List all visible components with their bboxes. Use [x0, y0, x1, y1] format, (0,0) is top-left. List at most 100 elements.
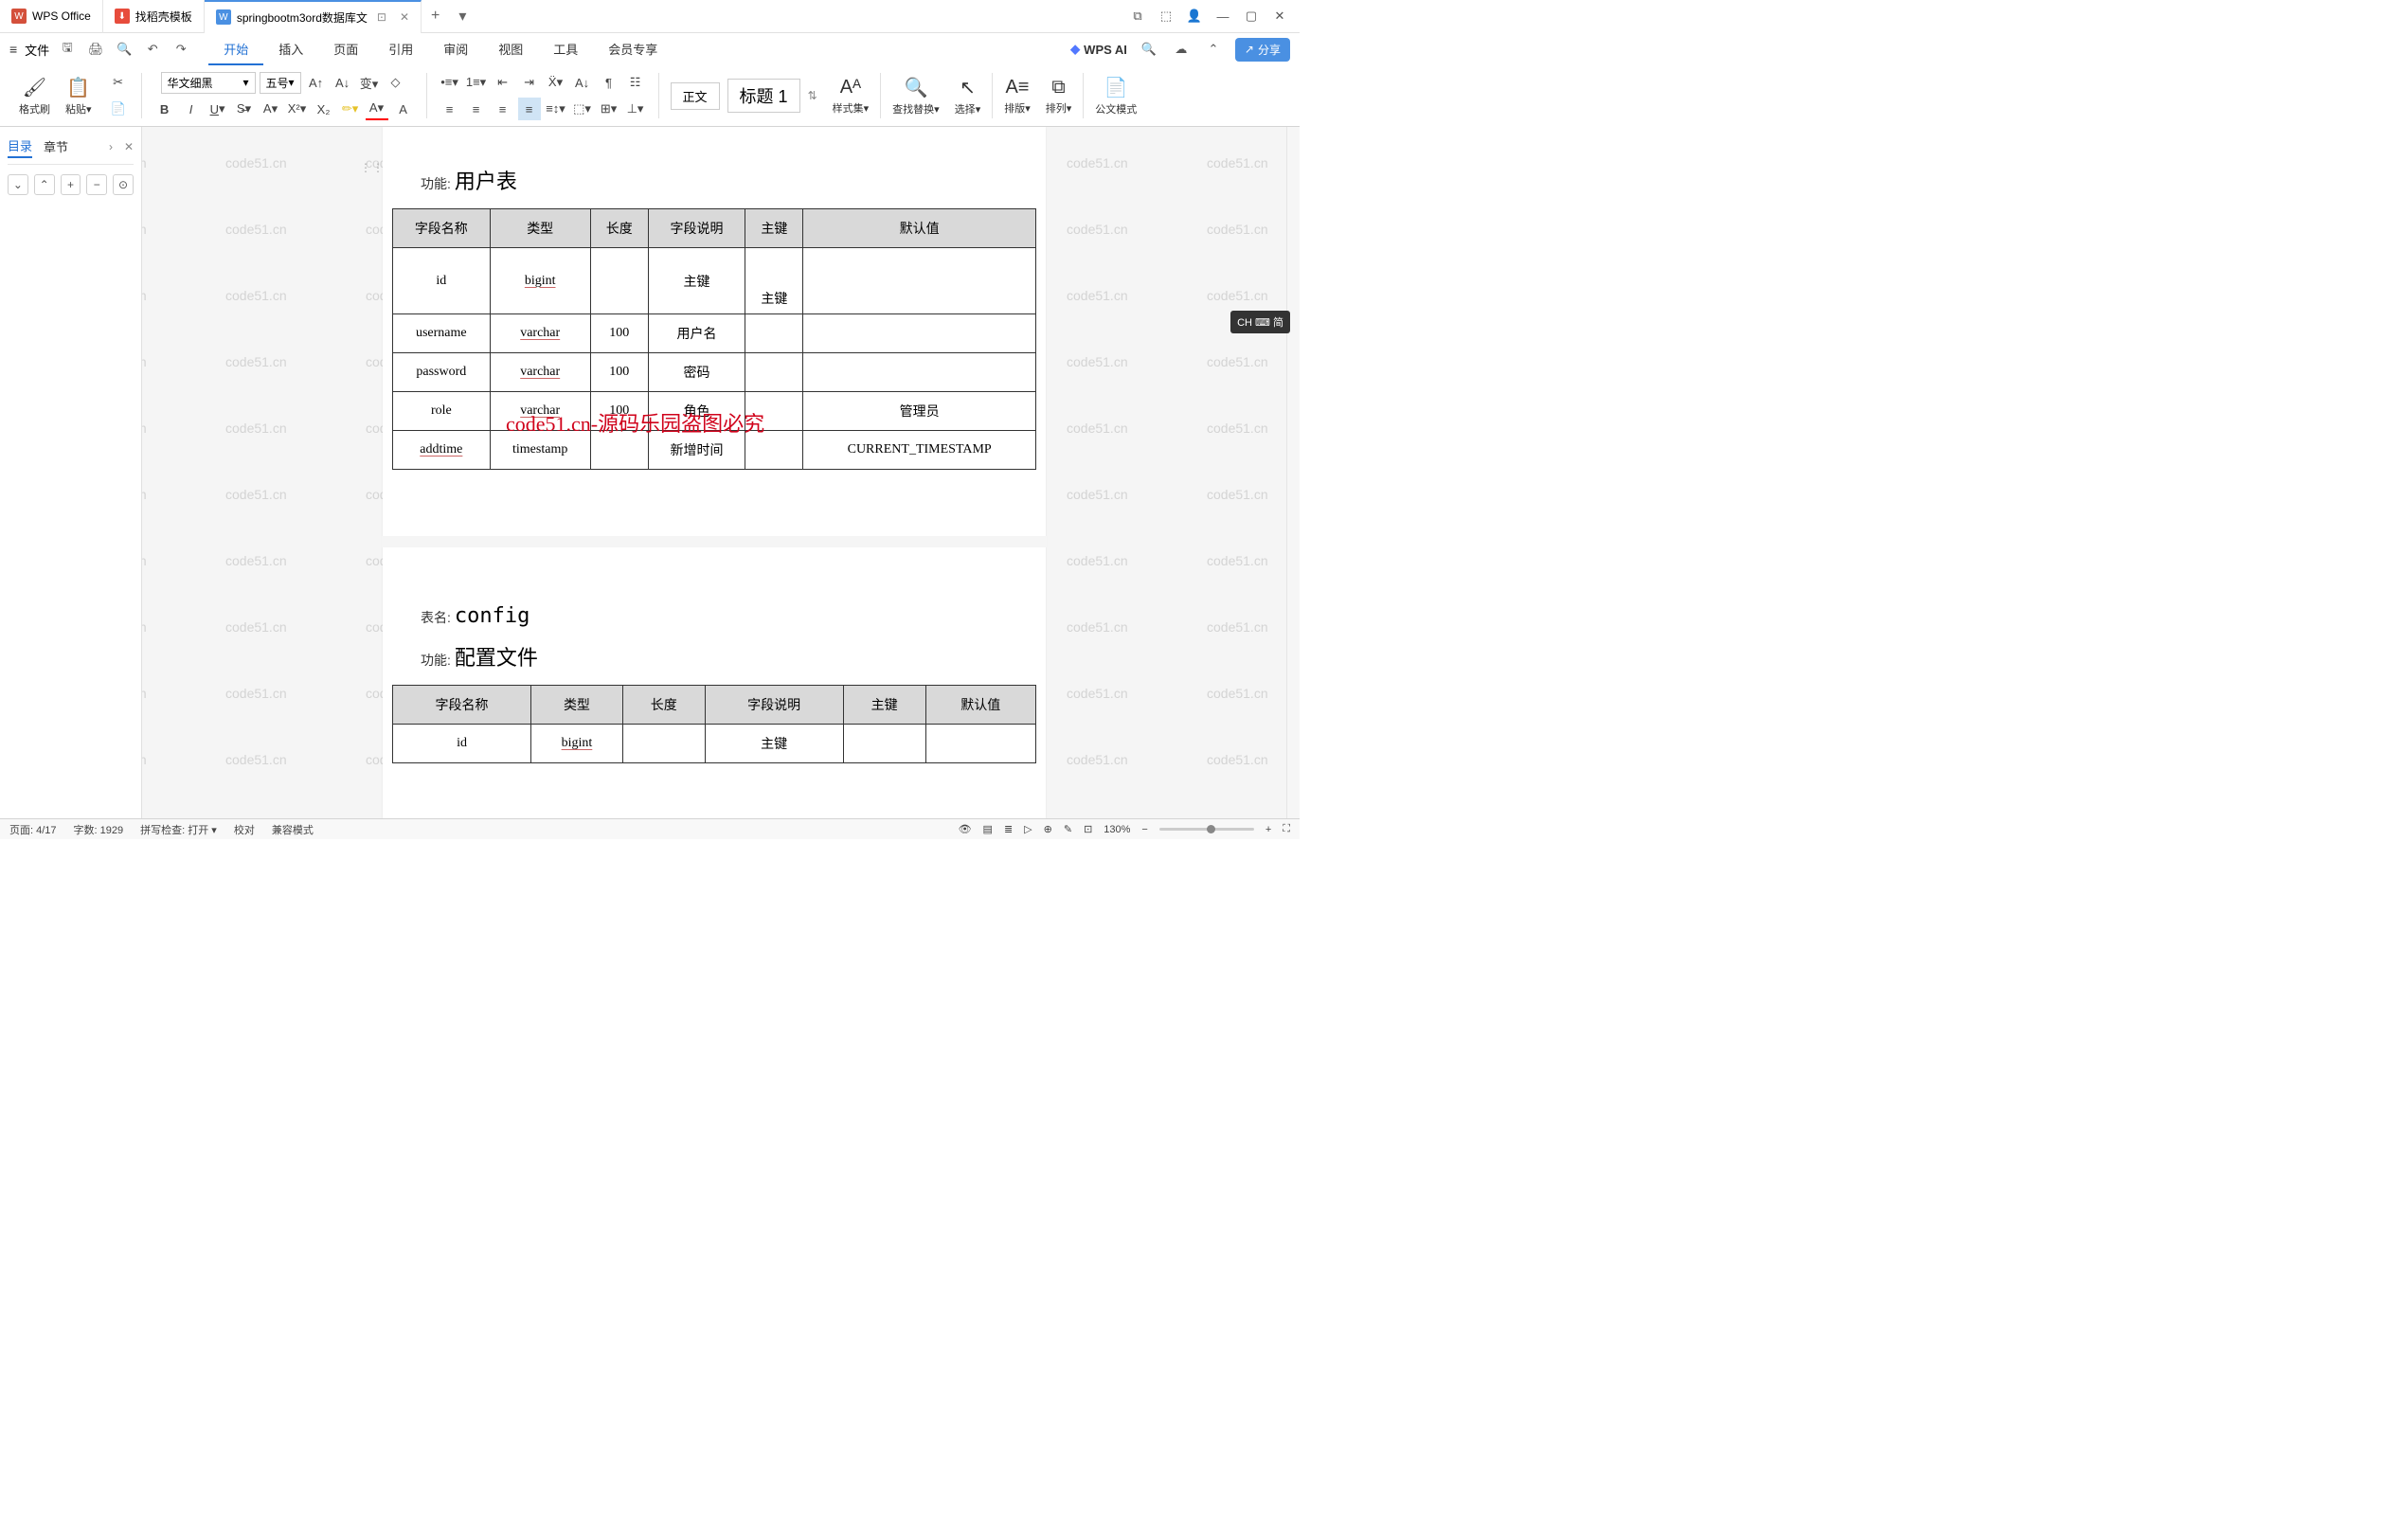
hamburger-icon[interactable]: ≡ — [9, 42, 17, 57]
page-view-icon[interactable]: ▤ — [983, 823, 993, 835]
layout-icon[interactable]: ⧉ — [1125, 4, 1150, 28]
fit-icon[interactable]: ⊡ — [1084, 823, 1092, 835]
shading-icon[interactable]: ⬚▾ — [571, 98, 594, 120]
align-center-icon[interactable]: ≡ — [465, 98, 488, 120]
edit-icon[interactable]: ✎ — [1064, 823, 1072, 835]
collapse-ribbon-icon[interactable]: ⌃ — [1203, 39, 1224, 60]
cut-icon[interactable]: ✂ — [107, 71, 130, 94]
wpsai-button[interactable]: ◆WPS AI — [1070, 42, 1127, 57]
fullscreen-icon[interactable]: ⛶ — [1283, 823, 1290, 835]
status-spell[interactable]: 拼写检查: 打开 ▾ — [140, 822, 217, 837]
status-proof[interactable]: 校对 — [234, 822, 255, 837]
indent-icon[interactable]: ⇥ — [518, 71, 541, 94]
preview-icon[interactable]: 🔍 — [114, 39, 135, 60]
align-right-icon[interactable]: ≡ — [492, 98, 514, 120]
italic-icon[interactable]: I — [180, 98, 203, 120]
status-page[interactable]: 页面: 4/17 — [9, 822, 57, 837]
numbering-icon[interactable]: 1≡▾ — [465, 71, 488, 94]
line-spacing-icon[interactable]: ≡↕▾ — [545, 98, 567, 120]
paragraph-marks-icon[interactable]: ¶ — [598, 71, 620, 94]
expand-all-icon[interactable]: ⌃ — [34, 174, 55, 195]
tabstop-icon[interactable]: ⊥▾ — [624, 98, 647, 120]
app-tab-daoke[interactable]: ⬇ 找稻壳模板 — [103, 0, 205, 33]
status-words[interactable]: 字数: 1929 — [74, 822, 124, 837]
app-tab-wps[interactable]: W WPS Office — [0, 0, 103, 33]
minimize-button[interactable]: — — [1211, 4, 1235, 28]
tab-start[interactable]: 开始 — [208, 34, 263, 65]
save-icon[interactable]: 🖫 — [57, 39, 78, 60]
cloud-upload-icon[interactable]: ☁ — [1171, 39, 1192, 60]
zoom-level[interactable]: 130% — [1104, 824, 1130, 835]
undo-icon[interactable]: ↶ — [142, 39, 163, 60]
clear-format-icon[interactable]: ◇ — [385, 71, 407, 94]
document-viewport[interactable]: code51.cncode51.cncode51.cncode51.cncode… — [142, 127, 1286, 818]
char-scale-icon[interactable]: Ẍ▾ — [545, 71, 567, 94]
shrink-font-icon[interactable]: A↓ — [332, 71, 354, 94]
char-shading-icon[interactable]: A — [392, 98, 415, 120]
highlight-icon[interactable]: ✏▾ — [339, 98, 362, 120]
bullets-icon[interactable]: •≡▾ — [439, 71, 461, 94]
font-select[interactable]: 华文细黑▾ — [161, 72, 256, 94]
share-button[interactable]: ↗ 分享 — [1235, 38, 1290, 62]
arrange-v-button[interactable]: A≡排版▾ — [1004, 77, 1031, 116]
font-size-select[interactable]: 五号▾ — [260, 72, 301, 94]
eye-icon[interactable]: 👁 — [959, 823, 972, 835]
ime-indicator[interactable]: CH ⌨ 简 — [1230, 311, 1290, 333]
close-icon[interactable]: ✕ — [400, 10, 409, 24]
toc-tab-chapters[interactable]: 章节 — [44, 135, 68, 157]
style-normal[interactable]: 正文 — [671, 82, 720, 110]
app-tab-document[interactable]: W springbootm3ord数据库文 ⊡ ✕ — [205, 0, 422, 33]
maximize-button[interactable]: ▢ — [1239, 4, 1264, 28]
web-view-icon[interactable]: ⊕ — [1044, 823, 1052, 835]
menu-file[interactable]: 文件 — [25, 41, 49, 59]
tab-review[interactable]: 审阅 — [428, 34, 483, 65]
style-heading1[interactable]: 标题 1 — [727, 79, 800, 113]
font-color-icon[interactable]: A▾ — [366, 98, 388, 120]
paste-button[interactable]: 📋粘贴▾ — [65, 76, 92, 116]
subscript-icon[interactable]: X²▾ — [286, 98, 309, 120]
add-icon[interactable]: + — [61, 174, 81, 195]
tab-reference[interactable]: 引用 — [373, 34, 428, 65]
outdent-icon[interactable]: ⇤ — [492, 71, 514, 94]
super2-icon[interactable]: X₂ — [313, 98, 335, 120]
tab-view[interactable]: 视图 — [483, 34, 538, 65]
superscript-icon[interactable]: A▾ — [260, 98, 282, 120]
chevron-right-icon[interactable]: › — [109, 140, 113, 153]
tab-page[interactable]: 页面 — [318, 34, 373, 65]
copy-icon[interactable]: 📄 — [107, 98, 130, 120]
bold-icon[interactable]: B — [153, 98, 176, 120]
align-justify-icon[interactable]: ≡ — [518, 98, 541, 120]
toc-tab-contents[interactable]: 目录 — [8, 134, 32, 158]
right-scrollbar[interactable] — [1286, 127, 1300, 818]
tab-insert[interactable]: 插入 — [263, 34, 318, 65]
zoom-slider[interactable] — [1159, 828, 1254, 831]
outline-view-icon[interactable]: ≣ — [1004, 823, 1013, 835]
close-icon[interactable]: ✕ — [124, 140, 134, 153]
select-button[interactable]: ↖选择▾ — [955, 76, 981, 116]
official-mode-button[interactable]: 📄公文模式 — [1095, 76, 1137, 116]
play-icon[interactable]: ▷ — [1024, 823, 1032, 835]
arrange-h-button[interactable]: ⧉排列▾ — [1046, 77, 1072, 116]
sort-icon[interactable]: A↓ — [571, 71, 594, 94]
close-button[interactable]: ✕ — [1267, 4, 1292, 28]
strike-icon[interactable]: S̶▾ — [233, 98, 256, 120]
style-scroll-icon[interactable]: ⇅ — [808, 89, 817, 102]
cube-icon[interactable]: ⬚ — [1154, 4, 1178, 28]
tab-menu-button[interactable]: ▾ — [449, 7, 476, 26]
tab-member[interactable]: 会员专享 — [593, 34, 673, 65]
add-tab-button[interactable]: + — [422, 8, 449, 25]
zoom-out-icon[interactable]: − — [1141, 824, 1147, 835]
search-icon[interactable]: 🔍 — [1139, 39, 1159, 60]
columns-icon[interactable]: ☷ — [624, 71, 647, 94]
format-brush-button[interactable]: 🖌格式刷 — [19, 76, 50, 116]
align-left-icon[interactable]: ≡ — [439, 98, 461, 120]
underline-icon[interactable]: U▾ — [206, 98, 229, 120]
remove-icon[interactable]: − — [86, 174, 107, 195]
redo-icon[interactable]: ↷ — [170, 39, 191, 60]
phonetic-guide-icon[interactable]: 变▾ — [358, 71, 381, 94]
borders-icon[interactable]: ⊞▾ — [598, 98, 620, 120]
collapse-all-icon[interactable]: ⌄ — [8, 174, 28, 195]
avatar-icon[interactable]: 👤 — [1182, 4, 1207, 28]
drag-handle-icon[interactable]: ⋮⋮ — [360, 161, 385, 174]
tab-pin-icon[interactable]: ⊡ — [377, 10, 386, 24]
